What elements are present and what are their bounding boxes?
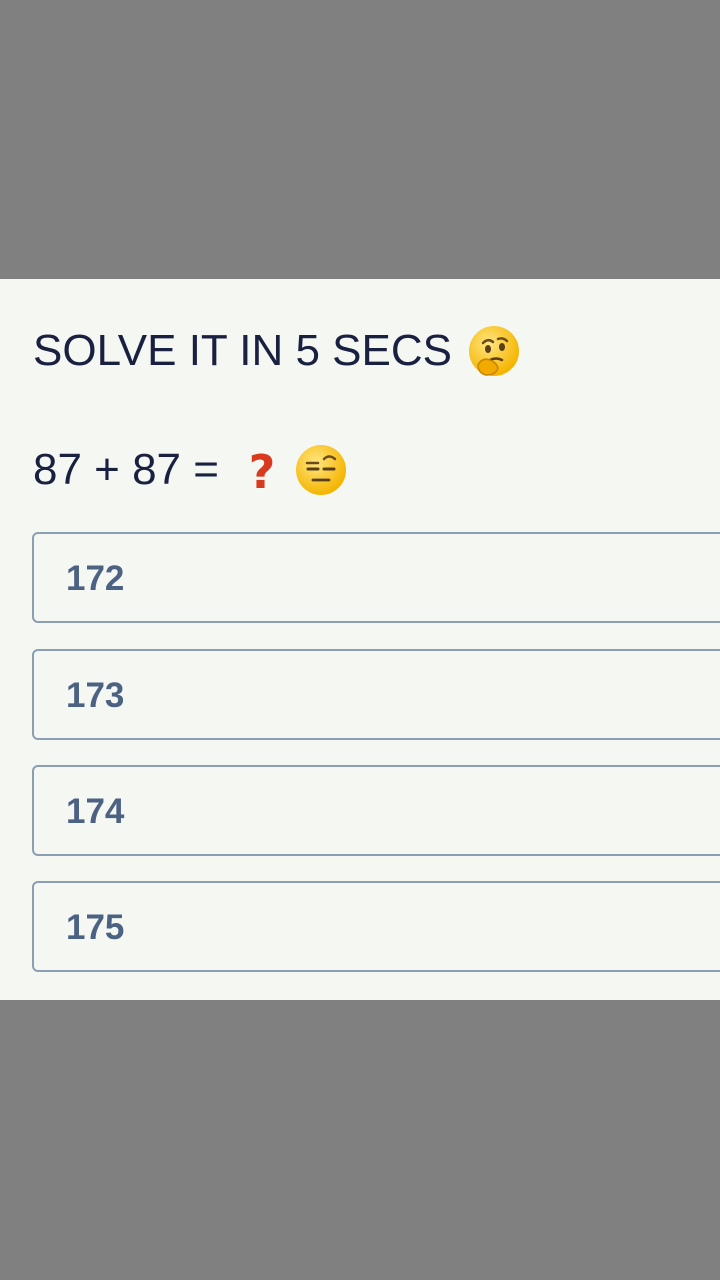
question-text: 87 + 87 = [33, 445, 219, 494]
svg-text:?: ? [249, 445, 276, 496]
quiz-title: SOLVE IT IN 5 SECS [33, 323, 520, 379]
question-mark-icon: ? [249, 445, 276, 496]
answer-option-172[interactable]: 172 [32, 532, 720, 623]
answer-option-label: 173 [66, 676, 125, 715]
answer-option-label: 175 [66, 908, 125, 947]
raised-eyebrow-face-icon [295, 445, 346, 495]
answer-option-label: 172 [66, 559, 125, 598]
thinking-face-icon [468, 326, 519, 376]
question: 87 + 87 = ? [33, 442, 347, 498]
answer-option-174[interactable]: 174 [32, 765, 720, 856]
answer-option-173[interactable]: 173 [32, 649, 720, 740]
answer-option-label: 174 [66, 792, 125, 831]
answer-option-175[interactable]: 175 [32, 881, 720, 972]
quiz-title-text: SOLVE IT IN 5 SECS [33, 326, 452, 375]
